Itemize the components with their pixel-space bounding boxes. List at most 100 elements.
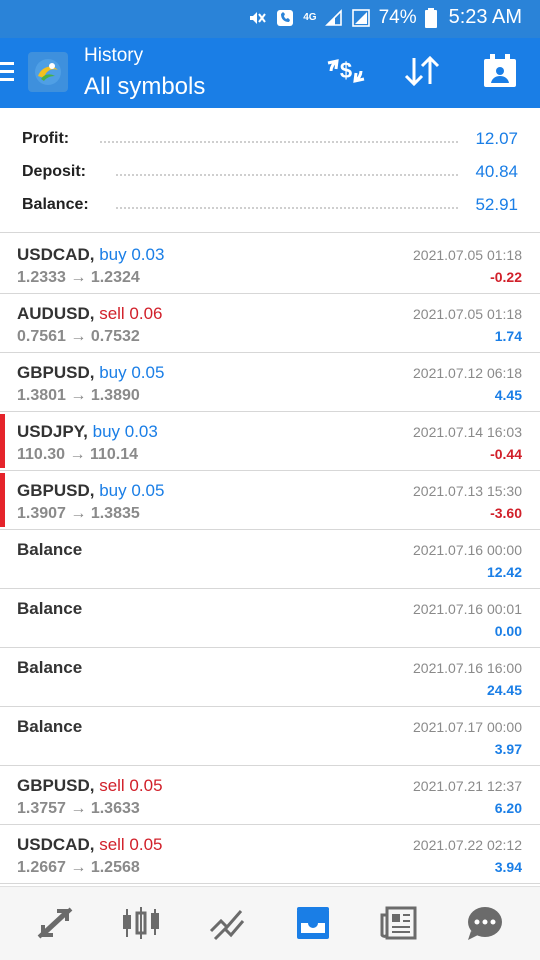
trade-profit: 3.94: [494, 859, 522, 875]
history-list: USDCAD, buy 0.03 1.2333 → 1.2324 2021.07…: [0, 235, 540, 884]
trade-date: 2021.07.05 01:18: [413, 306, 522, 322]
symbol-line: USDCAD, buy 0.03: [17, 245, 164, 265]
trade-date: 2021.07.05 01:18: [413, 247, 522, 263]
list-item[interactable]: GBPUSD, buy 0.05 1.3801 → 1.3890 2021.07…: [0, 353, 540, 412]
symbol-line: USDJPY, buy 0.03: [17, 422, 158, 442]
symbol-name: Balance: [17, 658, 83, 677]
balance-value: 52.91: [475, 195, 518, 214]
balance-label: Balance:: [22, 196, 89, 213]
status-bar: 4G 74% 5:23 AM: [0, 0, 540, 38]
app-logo[interactable]: [28, 52, 68, 92]
symbol-name: Balance: [17, 599, 83, 618]
trade-direction: buy 0.03: [92, 422, 158, 441]
battery-icon: [424, 7, 437, 28]
signal-icon-2: [351, 8, 371, 28]
nav-quotes[interactable]: [33, 905, 77, 945]
clock: 5:23 AM: [448, 6, 522, 28]
trade-prices: 1.2333 → 1.2324: [17, 269, 140, 286]
profit-value: 12.07: [475, 129, 518, 148]
trade-icon: [207, 905, 247, 946]
nav-news[interactable]: [377, 905, 421, 945]
trade-direction: buy 0.03: [99, 245, 165, 264]
mute-icon: [247, 8, 267, 28]
calendar-icon: [482, 53, 518, 94]
chart-icon: [121, 905, 161, 946]
nav-trade[interactable]: [205, 905, 249, 945]
symbol-line: GBPUSD, buy 0.05: [17, 363, 164, 383]
list-item[interactable]: GBPUSD, sell 0.05 1.3757 → 1.3633 2021.0…: [0, 766, 540, 825]
app-bar: History All symbols $: [0, 38, 540, 108]
sort-button[interactable]: [400, 52, 444, 94]
trade-profit: 1.74: [494, 328, 522, 344]
nav-chat[interactable]: [463, 905, 507, 945]
trade-prices: 1.3757 → 1.3633: [17, 800, 140, 817]
calendar-button[interactable]: [478, 52, 522, 94]
trade-profit: -0.44: [490, 446, 522, 462]
trade-profit: -0.22: [490, 269, 522, 285]
symbol-line: AUDUSD, sell 0.06: [17, 304, 163, 324]
symbol-name: GBPUSD,: [17, 363, 95, 382]
symbol-name: Balance: [17, 540, 83, 559]
trade-direction: sell 0.05: [99, 776, 163, 795]
trade-date: 2021.07.16 00:00: [413, 542, 522, 558]
signal-icon: [324, 8, 343, 27]
history-icon: [293, 905, 333, 946]
nav-history[interactable]: [291, 905, 335, 945]
symbol-name: GBPUSD,: [17, 481, 95, 500]
trade-direction: buy 0.05: [99, 481, 165, 500]
trade-prices: 1.3801 → 1.3890: [17, 387, 140, 404]
list-item[interactable]: GBPUSD, buy 0.05 1.3907 → 1.3835 2021.07…: [0, 471, 540, 530]
trade-date: 2021.07.14 16:03: [413, 424, 522, 440]
symbol-name: USDCAD,: [17, 835, 95, 854]
currency-exchange-icon: $: [325, 54, 367, 93]
trade-profit: 24.45: [486, 682, 522, 698]
trade-direction: buy 0.05: [99, 363, 165, 382]
svg-text:$: $: [340, 58, 352, 83]
screen-title: History: [84, 45, 144, 66]
list-item[interactable]: USDJPY, buy 0.03 110.30 → 110.14 2021.07…: [0, 412, 540, 471]
symbol-name: USDCAD,: [17, 245, 95, 264]
list-item[interactable]: Balance 2021.07.16 16:00 24.45: [0, 648, 540, 707]
list-item[interactable]: Balance 2021.07.16 00:00 12.42: [0, 530, 540, 589]
trade-profit: 3.97: [494, 741, 522, 757]
open-position-marker: [0, 473, 5, 527]
battery-percent: 74%: [378, 6, 417, 28]
news-icon: [379, 905, 419, 946]
bottom-navigation: [0, 886, 540, 960]
trade-prices: 1.2667 → 1.2568: [17, 859, 140, 876]
list-item[interactable]: AUDUSD, sell 0.06 0.7561 → 0.7532 2021.0…: [0, 294, 540, 353]
summary-balance: Balance: 52.91: [0, 187, 540, 220]
dotted-leader: [116, 174, 458, 176]
trade-profit: 12.42: [486, 564, 522, 580]
symbol-filter[interactable]: All symbols: [84, 73, 205, 101]
trade-prices: 110.30 → 110.14: [17, 446, 138, 463]
trade-profit: 0.00: [494, 623, 522, 639]
open-position-marker: [0, 414, 5, 468]
symbol-name: Balance: [17, 717, 83, 736]
currency-exchange-button[interactable]: $: [324, 52, 368, 94]
symbol-line: USDCAD, sell 0.05: [17, 835, 163, 855]
trade-date: 2021.07.21 12:37: [413, 778, 522, 794]
list-item[interactable]: USDCAD, sell 0.05 1.2667 → 1.2568 2021.0…: [0, 825, 540, 884]
trade-direction: sell 0.05: [99, 835, 163, 854]
profit-label: Profit:: [22, 130, 70, 147]
list-item[interactable]: Balance 2021.07.16 00:01 0.00: [0, 589, 540, 648]
trade-date: 2021.07.17 00:00: [413, 719, 522, 735]
symbol-line: GBPUSD, buy 0.05: [17, 481, 164, 501]
summary-profit: Profit: 12.07: [0, 121, 540, 154]
trade-date: 2021.07.16 16:00: [413, 660, 522, 676]
menu-icon[interactable]: [0, 62, 16, 84]
account-summary: Profit: 12.07 Deposit: 40.84 Balance: 52…: [0, 118, 540, 222]
quotes-icon: [35, 905, 75, 946]
nav-chart[interactable]: [119, 905, 163, 945]
symbol-name: USDJPY,: [17, 422, 88, 441]
trade-prices: 0.7561 → 0.7532: [17, 328, 140, 345]
list-item[interactable]: USDCAD, buy 0.03 1.2333 → 1.2324 2021.07…: [0, 235, 540, 294]
trade-date: 2021.07.16 00:01: [413, 601, 522, 617]
trade-prices: 1.3907 → 1.3835: [17, 505, 140, 522]
trade-direction: sell 0.06: [99, 304, 163, 323]
list-item[interactable]: Balance 2021.07.17 00:00 3.97: [0, 707, 540, 766]
trade-profit: 6.20: [494, 800, 522, 816]
symbol-name: GBPUSD,: [17, 776, 95, 795]
deposit-value: 40.84: [475, 162, 518, 181]
